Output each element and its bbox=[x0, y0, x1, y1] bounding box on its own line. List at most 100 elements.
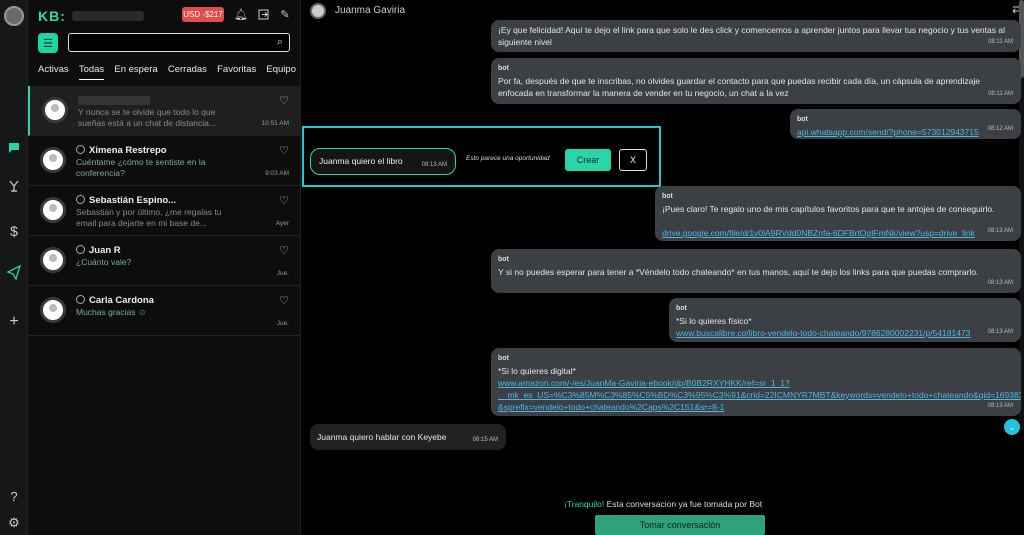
chat-preview: Y nunca se te olvide que todo lo que sue… bbox=[78, 107, 216, 128]
contact-name: Juan R bbox=[89, 245, 121, 256]
chat-time: 10:51 AM bbox=[261, 120, 289, 127]
tab-equipo[interactable]: Equipo bbox=[266, 64, 296, 80]
chat-preview: ¿Cuánto vale? bbox=[76, 257, 132, 267]
help-icon[interactable]: ? bbox=[0, 484, 28, 508]
dollar-icon[interactable]: $ bbox=[0, 219, 28, 243]
chat-time: 9:03 AM bbox=[265, 170, 289, 177]
chat-icon[interactable] bbox=[0, 136, 28, 160]
tab-activas[interactable]: Activas bbox=[38, 64, 69, 80]
message-time: 08:13 AM bbox=[987, 228, 1013, 234]
conversation-status: ¡Tranquilo! Esta conversacion ya fue tom… bbox=[302, 499, 1024, 509]
usd-balance-badge[interactable]: USD -$217 bbox=[182, 7, 224, 22]
message-text: Juanma quiero el libro bbox=[319, 156, 403, 166]
message-sender: bot bbox=[676, 305, 687, 312]
heart-icon[interactable]: ♡ bbox=[279, 194, 289, 207]
tab-cerradas[interactable]: Cerradas bbox=[168, 64, 207, 80]
whatsapp-icon bbox=[76, 245, 85, 254]
message-link[interactable]: drive.google.com/file/d/1v0lA9RVdd0NBZnf… bbox=[662, 228, 975, 238]
message-time: 08:12 AM bbox=[987, 126, 1013, 132]
message-link[interactable]: www.amazon.com/-/es/JuanMa-Gaviria-ebook… bbox=[498, 378, 790, 388]
brand-logo: KB: bbox=[38, 8, 66, 24]
message-bubble: bot api.whatsapp.com/send/?phone=5730129… bbox=[790, 109, 1021, 139]
chat-panel: Juanma Gaviria ⇄ ¡Ey que felicidad! Aquí… bbox=[302, 0, 1024, 535]
contact-name: Carla Cardona bbox=[89, 295, 154, 306]
heart-icon[interactable]: ♡ bbox=[279, 244, 289, 257]
scroll-down-icon[interactable]: ⌄ bbox=[1004, 419, 1020, 435]
settings-icon[interactable]: ⚙ bbox=[0, 511, 28, 535]
list-item[interactable]: Y nunca se te olvide que todo lo que sue… bbox=[28, 86, 301, 136]
heart-icon[interactable]: ♡ bbox=[279, 94, 289, 107]
logout-icon[interactable] bbox=[256, 7, 270, 21]
message-text: *Si lo quieres físico* bbox=[676, 316, 752, 326]
profile-avatar[interactable] bbox=[4, 6, 24, 26]
whatsapp-icon bbox=[76, 295, 85, 304]
message-time: 08:13 AM bbox=[987, 329, 1013, 335]
opportunity-label: Esto parece una oportunidad bbox=[466, 155, 550, 162]
whatsapp-icon bbox=[76, 145, 85, 154]
chat-time: Ayer bbox=[275, 220, 289, 227]
message-time: 08:13 AM bbox=[987, 280, 1013, 286]
message-text: Y si no puedes esperar para tener a *Vén… bbox=[498, 267, 979, 277]
message-text: *Si lo quieres digital* bbox=[498, 366, 576, 376]
contact-name-header: Juanma Gaviria bbox=[335, 5, 406, 16]
avatar bbox=[40, 197, 66, 223]
message-text: ¡Pues claro! Te regalo uno de mis capítu… bbox=[662, 204, 995, 214]
list-item[interactable]: Juan R ¿Cuánto vale? ♡ Jue. bbox=[28, 236, 301, 286]
chat-preview: Sebastián y por último, ¿me regalas tu e… bbox=[76, 207, 222, 228]
message-link[interactable]: &sprefix=vendelo+todo+chateando%2Caps%2C… bbox=[498, 402, 724, 412]
dismiss-opportunity-button[interactable]: X bbox=[619, 149, 647, 171]
message-time: 08:11 AM bbox=[988, 39, 1013, 45]
message-text: Juanma quiero hablar con Keyebe bbox=[317, 432, 447, 442]
contact-avatar bbox=[310, 3, 326, 19]
message-link[interactable]: __mk_es_US=%C3%85M%C3%85%C5%BD%C3%95%C3%… bbox=[498, 390, 1021, 400]
take-conversation-button[interactable]: Tomar conversación bbox=[595, 515, 765, 535]
conversation-tabs: Activas Todas En espera Cerradas Favorit… bbox=[38, 64, 296, 80]
search-box[interactable]: ⌕ bbox=[68, 33, 290, 53]
tab-en-espera[interactable]: En espera bbox=[114, 64, 157, 80]
avatar bbox=[42, 97, 68, 123]
chat-list: Y nunca se te olvide que todo lo que sue… bbox=[28, 86, 301, 336]
edit-icon[interactable]: ✎ bbox=[278, 7, 292, 21]
create-opportunity-button[interactable]: Crear bbox=[565, 149, 611, 171]
avatar bbox=[40, 147, 66, 173]
chat-preview: Cuéntame ¿cómo te sentiste en la confere… bbox=[76, 157, 206, 178]
message-text: ¡Ey que felicidad! Aquí te dejo el link … bbox=[498, 25, 1005, 47]
message-bubble-incoming: Juanma quiero hablar con Keyebe 08:15 AM bbox=[310, 424, 506, 450]
send-icon[interactable] bbox=[0, 260, 28, 284]
list-item[interactable]: Ximena Restrepo Cuéntame ¿cómo te sentis… bbox=[28, 136, 301, 186]
message-time: 08:13 AM bbox=[987, 403, 1013, 409]
message-sender: bot bbox=[498, 355, 509, 362]
heart-icon[interactable]: ♡ bbox=[279, 294, 289, 307]
message-time: 08:15 AM bbox=[472, 437, 498, 443]
heart-icon[interactable]: ♡ bbox=[279, 144, 289, 157]
message-bubble: ¡Ey que felicidad! Aquí te dejo el link … bbox=[491, 20, 1021, 52]
chat-time: Jue. bbox=[276, 320, 289, 327]
filter-icon[interactable]: ☰ bbox=[38, 33, 58, 53]
message-link[interactable]: www.buscalibre.co/libro-vendelo-todo-cha… bbox=[676, 328, 970, 338]
message-sender: bot bbox=[498, 65, 509, 72]
tab-favoritas[interactable]: Favoritas bbox=[217, 64, 256, 80]
message-bubble: bot ¡Pues claro! Te regalo uno de mis ca… bbox=[655, 186, 1021, 241]
avatar bbox=[40, 247, 66, 273]
message-bubble: bot Y si no puedes esperar para tener a … bbox=[491, 249, 1021, 293]
list-item[interactable]: Carla Cardona Muchas gracias ☺ ♡ Jue. bbox=[28, 286, 301, 336]
list-item[interactable]: Sebastián Espino... Sebastián y por últi… bbox=[28, 186, 301, 236]
highlighted-message: Juanma quiero el libro 08:13 AM bbox=[310, 148, 456, 175]
add-icon[interactable]: + bbox=[0, 310, 28, 334]
message-time: 08:11 AM bbox=[988, 91, 1013, 97]
message-sender: bot bbox=[498, 256, 509, 263]
account-name-redacted bbox=[72, 11, 144, 21]
message-bubble: bot *Si lo quieres físico* www.buscalibr… bbox=[669, 298, 1021, 342]
whatsapp-icon bbox=[76, 195, 85, 204]
contact-name: Ximena Restrepo bbox=[89, 145, 167, 156]
chat-preview: Muchas gracias ☺ bbox=[76, 307, 147, 317]
conversation-sidebar: KB: USD -$217 🔔︎ ✎ ☰ ⌕ Activas Todas En … bbox=[28, 0, 301, 535]
search-input[interactable] bbox=[69, 36, 265, 53]
funnel-icon[interactable] bbox=[0, 174, 28, 198]
message-link[interactable]: api.whatsapp.com/send/?phone=57301294371… bbox=[797, 127, 979, 137]
contact-name: Sebastián Espino... bbox=[89, 195, 177, 206]
tab-todas[interactable]: Todas bbox=[78, 64, 105, 80]
search-icon[interactable]: ⌕ bbox=[277, 36, 283, 49]
chat-time: Jue. bbox=[276, 270, 289, 277]
bell-icon[interactable]: 🔔︎ bbox=[234, 7, 248, 21]
